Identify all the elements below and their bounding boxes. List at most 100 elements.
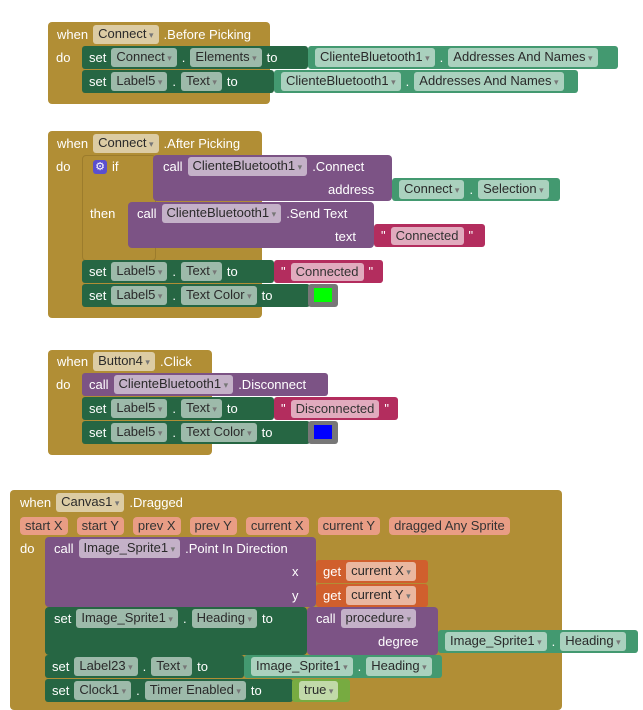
component-dropdown[interactable]: ClienteBluetooth1 — [315, 48, 435, 67]
quote: " — [381, 228, 386, 243]
text-value[interactable]: Connected — [390, 226, 464, 245]
component-dropdown[interactable]: Label5 — [111, 72, 168, 91]
param-dragged-any-sprite[interactable]: dragged Any Sprite — [389, 516, 510, 535]
param-prev-x[interactable]: prev X — [132, 516, 181, 535]
component-dropdown[interactable]: ClienteBluetooth1 — [161, 204, 282, 223]
to-keyword: to — [226, 401, 238, 416]
component-dropdown[interactable]: Label5 — [111, 399, 168, 418]
component-dropdown[interactable]: Connect — [399, 180, 465, 199]
component-dropdown[interactable]: Canvas1 — [56, 493, 125, 512]
set-keyword: set — [89, 74, 107, 89]
property-dropdown[interactable]: Timer Enabled — [144, 681, 246, 700]
do-keyword: do — [56, 50, 71, 65]
color-blue-block[interactable] — [308, 421, 338, 444]
dot: . — [142, 659, 147, 674]
property-dropdown[interactable]: Text — [181, 399, 222, 418]
component-dropdown[interactable]: ClienteBluetooth1 — [281, 72, 401, 91]
color-swatch[interactable] — [314, 288, 332, 302]
component-dropdown[interactable]: Image_Sprite1 — [251, 657, 353, 676]
get-keyword: get — [323, 588, 342, 603]
getter-block[interactable]: Connect. Selection — [392, 178, 560, 201]
getter-block[interactable]: Image_Sprite1. Heading — [244, 655, 442, 678]
text-value[interactable]: Connected — [290, 262, 364, 281]
event-header: when Connect .Before Picking — [50, 23, 258, 46]
property-dropdown[interactable]: Heading — [560, 632, 626, 651]
color-green-block[interactable] — [308, 284, 338, 307]
to-keyword: to — [250, 683, 262, 698]
when-keyword: when — [57, 354, 89, 369]
property-dropdown[interactable]: Text Color — [181, 423, 257, 442]
dot: . — [172, 401, 177, 416]
text-block[interactable]: " Connected " — [374, 224, 485, 247]
set-block[interactable]: set Label5. Textto — [82, 70, 274, 93]
true-block[interactable]: true — [292, 679, 350, 702]
param-start-y[interactable]: start Y — [76, 516, 124, 535]
do-keyword: do — [56, 159, 71, 174]
arg-y-label: y — [292, 588, 299, 603]
component-dropdown[interactable]: Label5 — [111, 262, 168, 281]
component-dropdown[interactable]: Connect — [93, 25, 159, 44]
dot: . — [172, 425, 177, 440]
text-block[interactable]: " Disconnected " — [274, 397, 398, 420]
boolean-dropdown[interactable]: true — [299, 681, 339, 700]
set-block[interactable]: set Label5. Textto — [82, 260, 274, 283]
property-dropdown[interactable]: Addresses And Names — [414, 72, 564, 91]
quote: " — [368, 264, 374, 279]
color-swatch[interactable] — [314, 425, 332, 439]
getter-block[interactable]: ClienteBluetooth1. Addresses And Names — [274, 70, 578, 93]
when-keyword: when — [57, 136, 89, 151]
component-dropdown[interactable]: Image_Sprite1 — [445, 632, 547, 651]
set-block[interactable]: set Label23. Textto — [45, 655, 244, 678]
component-dropdown[interactable]: Label5 — [111, 423, 168, 442]
set-block[interactable]: set Label5. Text Color to — [82, 284, 310, 307]
property-dropdown[interactable]: Text — [151, 657, 193, 676]
component-dropdown[interactable]: Image_Sprite1 — [76, 609, 178, 628]
component-dropdown[interactable]: ClienteBluetooth1 — [187, 157, 308, 176]
text-block[interactable]: " Connected " — [274, 260, 383, 283]
param-prev-y[interactable]: prev Y — [189, 516, 237, 535]
component-dropdown[interactable]: Connect — [93, 134, 159, 153]
component-dropdown[interactable]: Connect — [111, 48, 177, 67]
call-disconnect-block[interactable]: call ClienteBluetooth1 .Disconnect — [82, 373, 328, 396]
set-block[interactable]: set Clock1. Timer Enabled to — [45, 679, 293, 702]
call-keyword: call — [89, 377, 109, 392]
component-dropdown[interactable]: Label5 — [111, 286, 168, 305]
set-keyword: set — [89, 401, 107, 416]
dot: . — [469, 182, 474, 197]
if-keyword: if — [112, 159, 119, 174]
set-keyword: set — [89, 50, 107, 65]
param-start-x[interactable]: start X — [20, 516, 68, 535]
variable-dropdown[interactable]: current Y — [346, 586, 416, 605]
to-keyword: to — [262, 611, 273, 626]
set-block[interactable]: set Label5. Text Color to — [82, 421, 310, 444]
to-keyword: to — [226, 264, 238, 279]
property-dropdown[interactable]: Addresses And Names — [448, 48, 598, 67]
getter-block[interactable]: Image_Sprite1. Heading — [438, 630, 638, 653]
property-dropdown[interactable]: Text Color — [181, 286, 257, 305]
property-dropdown[interactable]: Elements — [190, 48, 262, 67]
event-header: when Canvas1 .Dragged — [13, 491, 190, 514]
property-dropdown[interactable]: Text — [181, 72, 222, 91]
component-dropdown[interactable]: ClienteBluetooth1 — [113, 375, 234, 394]
component-dropdown[interactable]: Image_Sprite1 — [78, 539, 181, 558]
component-dropdown[interactable]: Clock1 — [74, 681, 132, 700]
get-current-y-block[interactable]: get current Y — [316, 584, 428, 607]
param-current-x[interactable]: current X — [245, 516, 309, 535]
getter-block[interactable]: ClienteBluetooth1. Addresses And Names — [308, 46, 618, 69]
property-dropdown[interactable]: Heading — [191, 609, 258, 628]
property-dropdown[interactable]: Selection — [478, 180, 549, 199]
event-name: .Dragged — [129, 495, 183, 510]
property-dropdown[interactable]: Heading — [366, 657, 432, 676]
property-dropdown[interactable]: Text — [181, 262, 222, 281]
method-name: .Send Text — [286, 206, 348, 221]
component-dropdown[interactable]: Button4 — [93, 352, 155, 371]
text-value[interactable]: Disconnected — [290, 399, 380, 418]
set-block[interactable]: set Label5. Textto — [82, 397, 274, 420]
gear-icon[interactable]: ⚙ — [93, 159, 107, 174]
procedure-dropdown[interactable]: procedure — [340, 609, 417, 628]
component-dropdown[interactable]: Label23 — [74, 657, 138, 676]
get-current-x-block[interactable]: get current X — [316, 560, 428, 583]
variable-dropdown[interactable]: current X — [346, 562, 416, 581]
set-block[interactable]: set Connect. Elements to — [82, 46, 308, 69]
param-current-y[interactable]: current Y — [317, 516, 381, 535]
